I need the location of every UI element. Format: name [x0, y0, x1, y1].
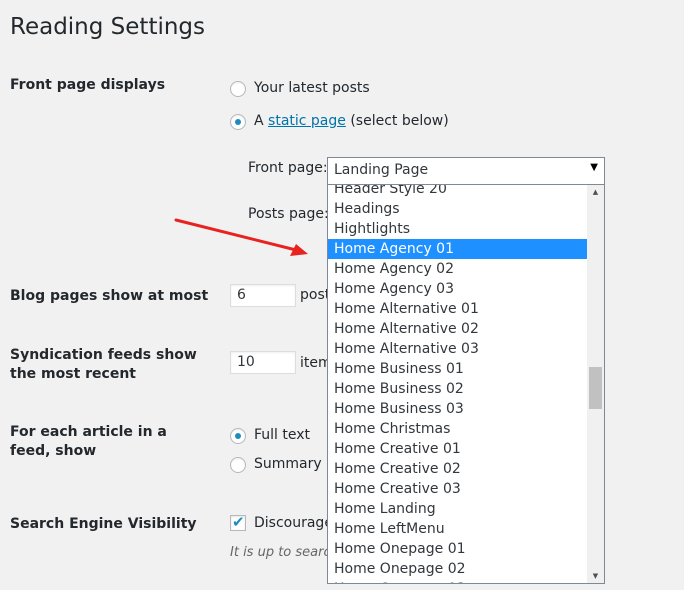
checkmark-icon: ✔ [232, 513, 245, 531]
dropdown-option[interactable]: Hightlights [328, 219, 588, 239]
syndication-input[interactable]: 10 [230, 351, 296, 374]
scroll-thumb[interactable] [589, 367, 602, 409]
dropdown-option[interactable]: Header Style 20 [328, 185, 588, 199]
static-suffix: (select below) [350, 113, 449, 129]
radio-full-text-label: Full text [254, 427, 311, 443]
dropdown-options: Header Style 20 Headings Hightlights Home A… [328, 185, 588, 583]
dropdown-option[interactable]: Home Creative 01 [328, 439, 588, 459]
front-page-select-label: Front page: [248, 160, 328, 176]
scroll-down-icon[interactable]: ▼ [587, 569, 604, 583]
dropdown-option[interactable]: Home Business 03 [328, 399, 588, 419]
dropdown-option[interactable]: Home Alternative 02 [328, 319, 588, 339]
dropdown-scrollbar[interactable]: ▲ ▼ [587, 185, 604, 583]
blog-pages-label: Blog pages show at most [10, 288, 209, 304]
arrow-shaft [174, 218, 298, 252]
syndication-label: Syndication feeds show the most recent [10, 347, 197, 382]
dropdown-option[interactable]: Home Onepage 02 [328, 559, 588, 579]
radio-summary[interactable] [230, 457, 246, 473]
page-title: Reading Settings [10, 14, 206, 40]
dropdown-option[interactable]: Home Landing [328, 499, 588, 519]
feed-article-label: For each article in a feed, show [10, 424, 167, 459]
front-page-select[interactable]: Landing Page ▼ [327, 157, 605, 184]
blog-pages-suffix: post [300, 287, 331, 303]
radio-static-page-label: A static page (select below) [254, 113, 449, 129]
static-prefix: A [254, 113, 264, 129]
dropdown-arrow-icon: ▼ [590, 162, 598, 173]
discourage-checkbox[interactable]: ✔ [230, 513, 246, 531]
dropdown-option[interactable]: Home Business 01 [328, 359, 588, 379]
discourage-checkbox-label: Discourage [254, 515, 333, 531]
radio-latest-posts-label: Your latest posts [254, 80, 370, 96]
dropdown-option[interactable]: Home Alternative 01 [328, 299, 588, 319]
scroll-up-icon[interactable]: ▲ [587, 185, 604, 199]
front-page-displays-label: Front page displays [10, 77, 166, 93]
front-page-dropdown-list[interactable]: Header Style 20 Headings Hightlights Home A… [327, 184, 605, 584]
radio-summary-label: Summary [254, 456, 322, 472]
dropdown-option[interactable]: Home Christmas [328, 419, 588, 439]
search-engine-label: Search Engine Visibility [10, 516, 197, 532]
static-page-link[interactable]: static page [268, 113, 346, 129]
front-page-select-value: Landing Page [334, 162, 429, 178]
annotation-arrow-icon [174, 218, 308, 256]
dropdown-option[interactable]: Home Onepage 01 [328, 539, 588, 559]
dropdown-option[interactable]: Home Creative 03 [328, 479, 588, 499]
radio-latest-posts[interactable] [230, 81, 246, 97]
blog-pages-input[interactable]: 6 [230, 284, 296, 307]
dropdown-option[interactable]: Home Agency 02 [328, 259, 588, 279]
dropdown-option[interactable]: Home Agency 03 [328, 279, 588, 299]
dropdown-option[interactable]: Home Agency 01 [328, 239, 588, 259]
dropdown-option[interactable]: Home Alternative 03 [328, 339, 588, 359]
dropdown-option[interactable]: Home Business 02 [328, 379, 588, 399]
radio-static-page[interactable] [230, 114, 246, 130]
dropdown-option[interactable]: Home Onepage 03 [328, 579, 588, 583]
dropdown-option[interactable]: Home Creative 02 [328, 459, 588, 479]
radio-full-text[interactable] [230, 428, 246, 444]
dropdown-option[interactable]: Home LeftMenu [328, 519, 588, 539]
search-engine-description: It is up to search [230, 545, 339, 560]
dropdown-option[interactable]: Headings [328, 199, 588, 219]
